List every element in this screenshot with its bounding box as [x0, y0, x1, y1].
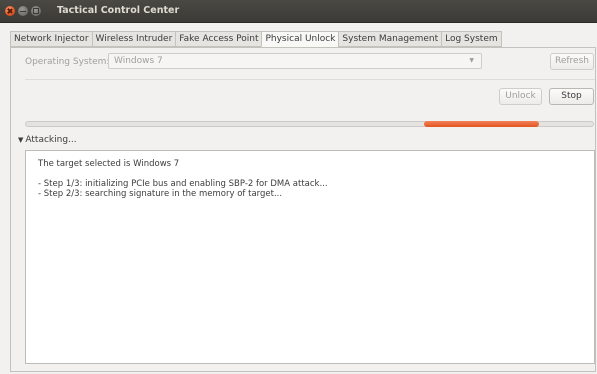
tab-physical-unlock[interactable]: Physical Unlock [261, 31, 340, 47]
window-title: Tactical Control Center [57, 5, 180, 16]
stop-button[interactable]: Stop [549, 88, 594, 105]
operating-system-label: Operating System: [25, 57, 110, 67]
log-line: - Step 1/3: initializing PCIe bus and en… [38, 179, 328, 189]
tab-network-injector[interactable]: Network Injector [10, 31, 93, 47]
attacking-expander[interactable]: ▼ Attacking... [18, 135, 77, 145]
log-line: The target selected is Windows 7 [38, 159, 180, 169]
expander-label: Attacking... [25, 135, 77, 145]
tab-fake-access-point[interactable]: Fake Access Point [175, 31, 263, 47]
operating-system-select[interactable]: Windows 7 ▼ [108, 53, 482, 69]
tab-wireless-intruder[interactable]: Wireless Intruder [91, 31, 177, 47]
tab-log-system[interactable]: Log System [441, 31, 502, 47]
title-bar: Tactical Control Center [0, 0, 597, 23]
tab-system-management[interactable]: System Management [338, 31, 443, 47]
refresh-button[interactable]: Refresh [550, 53, 594, 70]
maximize-icon[interactable] [31, 6, 41, 16]
attack-output-log[interactable]: The target selected is Windows 7 - Step … [25, 150, 595, 364]
minimize-icon[interactable] [18, 6, 28, 16]
close-icon[interactable] [5, 6, 15, 16]
unlock-button[interactable]: Unlock [499, 88, 542, 105]
separator [25, 79, 595, 80]
log-line: - Step 2/3: searching signature in the m… [38, 189, 283, 199]
tab-bar: Network Injector Wireless Intruder Fake … [10, 31, 502, 47]
operating-system-value: Windows 7 [114, 56, 163, 66]
chevron-down-icon: ▼ [469, 57, 474, 64]
progress-activity-indicator [424, 121, 539, 127]
triangle-down-icon: ▼ [18, 136, 24, 144]
